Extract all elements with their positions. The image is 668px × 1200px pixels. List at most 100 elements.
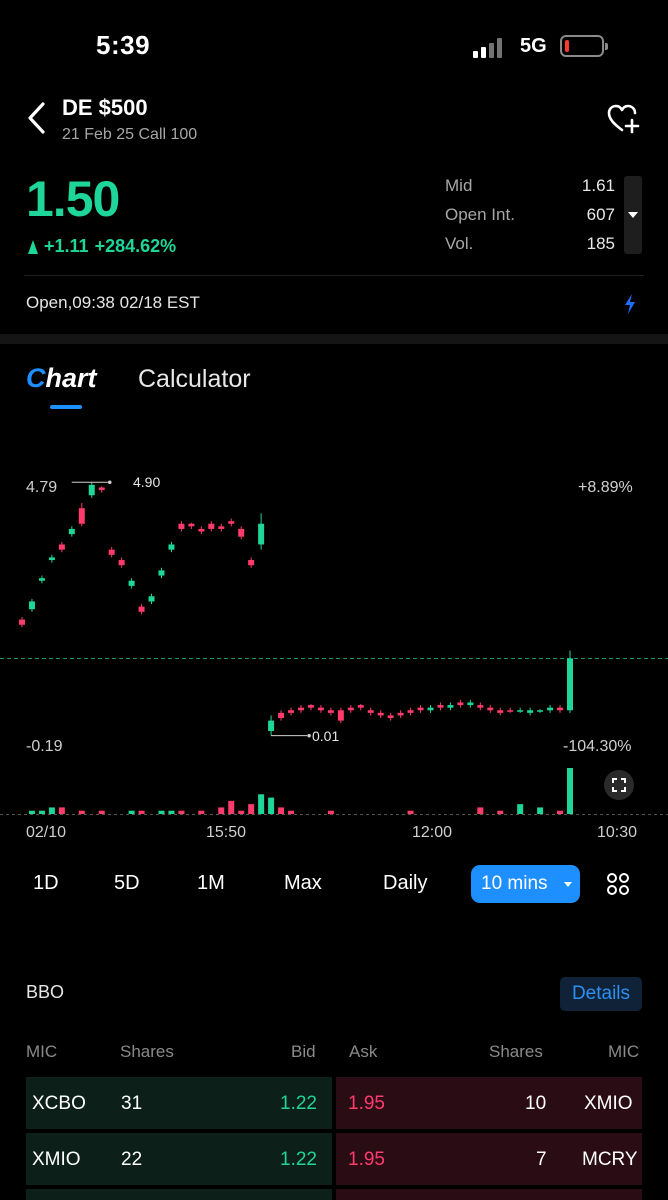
bid-price: 1.22 [280,1093,317,1114]
section-separator [0,334,668,344]
candle-body [487,707,494,711]
stat-volume: Vol. 185 [445,234,615,253]
candle-body [88,484,95,496]
col-mic: MIC [26,1042,58,1061]
ask-mic: MCRY [582,1149,638,1170]
heart-plus-icon[interactable] [606,102,642,136]
min-annotation: 0.01 [312,728,340,744]
ask-shares: 10 [525,1093,547,1114]
last-price: 1.50 [26,171,120,227]
candle-body [467,702,474,706]
candle-body [507,710,514,712]
network-label: 5G [520,35,547,57]
status-time: 5:39 [96,30,151,60]
candle-body [327,710,334,713]
tab-calculator[interactable]: Calculator [138,365,251,394]
candle-body [337,710,344,721]
details-button[interactable]: Details [560,977,642,1011]
candle-body [427,707,434,711]
volume-bar [198,810,205,814]
bolt-icon[interactable] [622,293,638,315]
timeframe-daily[interactable]: Daily [383,872,427,895]
candle-body [188,523,195,527]
ask-price: 1.95 [348,1093,385,1114]
timeframe-10min-dropdown[interactable]: 10 mins [471,865,580,903]
volume-bar [78,810,85,814]
bid-price: 1.22 [280,1149,317,1170]
volume-bar [168,810,175,814]
timeframe-1d[interactable]: 1D [33,872,59,895]
expand-icon[interactable] [604,770,634,800]
candle-body [417,707,424,711]
candle-body [407,710,414,713]
volume-bar [138,810,145,814]
tab-chart[interactable]: Chart [26,363,97,394]
volume-bar [48,807,55,814]
candle-body [228,521,235,524]
ask-shares: 7 [536,1149,547,1170]
col-bid: Bid [291,1042,316,1061]
volume-bar [228,800,235,814]
candle-body [168,544,175,550]
candle-body [218,526,225,529]
price-change: +1.11 +284.62% [28,236,176,257]
volume-bar [327,810,334,814]
volume-bar [407,810,414,814]
up-arrow-icon [28,239,38,254]
bid-shares: 22 [121,1149,143,1170]
candle-body [48,557,55,561]
volume-bar [537,807,544,814]
pct-high-label: +8.89% [578,479,633,496]
back-chevron-icon[interactable] [24,100,50,136]
candle-body [38,578,45,581]
timeframe-max[interactable]: Max [284,872,322,895]
bid-mic: XCBO [32,1093,86,1114]
volume-bar [258,794,265,814]
stats-expand-toggle[interactable] [624,176,642,254]
volume-bar [218,807,225,814]
quote-stats: Mid 1.61 Open Int. 607 Vol. 185 [445,174,615,261]
pct-low-label: -104.30% [563,738,632,755]
grid-icon[interactable] [606,872,630,896]
change-percent: +284.62% [94,236,177,256]
min-dot [307,733,311,738]
col-ask: Ask [349,1042,378,1061]
volume-bar [567,768,573,814]
candle-body [248,560,255,566]
candle-body [268,720,275,731]
candle-body [307,705,314,708]
candle-body [208,523,215,529]
candle-body [347,707,354,711]
candle-body [377,712,384,716]
candle-body [527,710,534,713]
candle-body [198,528,205,532]
bbo-row: XMIO 22 1.22 1.95 7 MCRY [26,1133,642,1185]
candle-body [397,712,404,716]
volume-bar [278,807,285,814]
candle-body [447,705,454,708]
bbo-title: BBO [26,982,65,1002]
candle-body [238,528,245,537]
candle-body [547,707,554,711]
timeframe-1m[interactable]: 1M [197,872,225,895]
status-bar: 5:39 5G [0,0,668,90]
chevron-down-icon [628,212,638,218]
candle-body [557,707,564,711]
candle-body [19,619,25,625]
timeframe-5d[interactable]: 5D [114,872,140,895]
bbo-row-partial [26,1189,642,1200]
candlestick-chart [0,480,668,815]
market-status: Open,09:38 02/18 EST [26,293,200,312]
price-chart[interactable] [0,440,668,850]
change-value: +1.11 [44,236,89,256]
bbo-row: XCBO 31 1.22 1.95 10 XMIO [26,1077,642,1129]
candle-body [297,707,304,711]
col-mic: MIC [608,1042,640,1061]
bid-mic: XMIO [32,1149,81,1170]
candle-body [457,702,464,706]
candle-body [98,487,105,491]
volume-bar [477,807,484,814]
candle-body [317,707,324,711]
chevron-down-icon [564,882,572,887]
y-low-label: -0.19 [26,738,63,755]
